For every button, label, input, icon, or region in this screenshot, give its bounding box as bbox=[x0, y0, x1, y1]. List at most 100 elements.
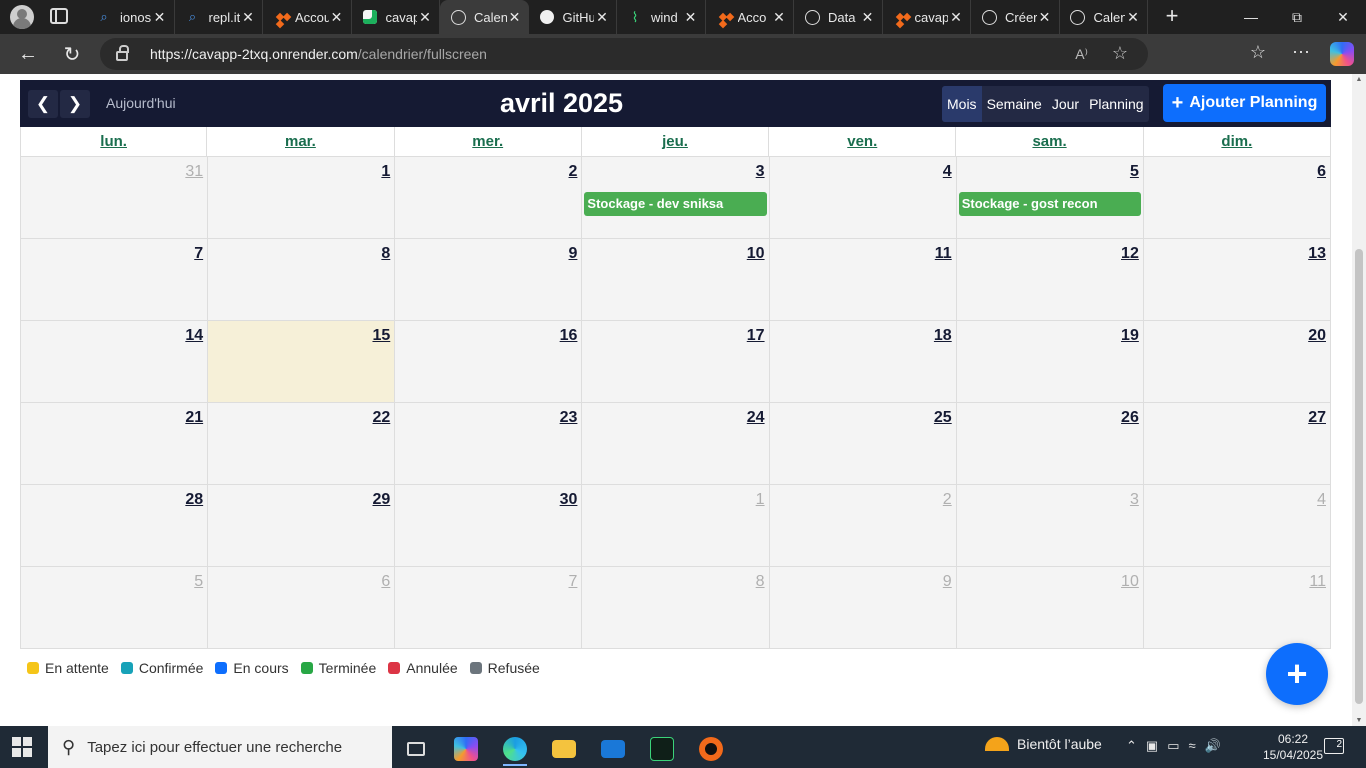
day-cell[interactable]: 5 bbox=[21, 567, 209, 649]
day-cell[interactable]: 25 bbox=[769, 403, 957, 485]
browser-tab[interactable]: wind ✕ bbox=[617, 0, 706, 34]
view-semaine-button[interactable]: Semaine bbox=[982, 86, 1047, 122]
day-number-link[interactable]: 2 bbox=[569, 163, 578, 181]
close-tab-icon[interactable]: ✕ bbox=[507, 9, 523, 26]
browser-tab[interactable]: cavap ✕ bbox=[352, 0, 440, 34]
tab-actions-icon[interactable] bbox=[50, 8, 68, 24]
day-cell[interactable]: 27 bbox=[1143, 403, 1331, 485]
browser-tab[interactable]: Calen ✕ bbox=[1060, 0, 1148, 34]
day-cell[interactable]: 30 bbox=[395, 485, 583, 567]
day-cell[interactable]: 6 bbox=[208, 567, 396, 649]
day-number-link[interactable]: 6 bbox=[1317, 163, 1326, 181]
day-number-link[interactable]: 11 bbox=[935, 245, 952, 263]
copilot-icon[interactable] bbox=[1330, 42, 1354, 66]
day-cell[interactable]: 5 Stockage - gost recon bbox=[956, 157, 1144, 239]
day-number-link[interactable]: 4 bbox=[943, 163, 952, 181]
profile-avatar-icon[interactable] bbox=[10, 5, 34, 29]
day-cell[interactable]: 4 bbox=[769, 157, 957, 239]
day-number-link[interactable]: 2 bbox=[943, 491, 952, 509]
close-tab-icon[interactable]: ✕ bbox=[1125, 9, 1141, 26]
day-number-link[interactable]: 7 bbox=[194, 245, 203, 263]
day-cell-today[interactable]: 15 bbox=[208, 321, 396, 403]
day-cell[interactable]: 1 bbox=[582, 485, 770, 567]
add-planning-button[interactable]: + Ajouter Planning bbox=[1163, 84, 1326, 122]
day-cell[interactable]: 10 bbox=[956, 567, 1144, 649]
day-number-link[interactable]: 15 bbox=[372, 327, 390, 345]
view-mois-button[interactable]: Mois bbox=[942, 86, 982, 122]
day-cell[interactable]: 26 bbox=[956, 403, 1144, 485]
edge-browser-icon[interactable] bbox=[495, 732, 535, 766]
copilot-taskbar-icon[interactable] bbox=[446, 732, 486, 766]
favorite-star-icon[interactable]: ☆ bbox=[1112, 43, 1128, 64]
mail-icon[interactable] bbox=[593, 732, 633, 766]
restore-button[interactable]: ⧉ bbox=[1274, 0, 1320, 34]
day-cell[interactable]: 28 bbox=[21, 485, 209, 567]
close-tab-icon[interactable]: ✕ bbox=[417, 9, 433, 26]
favorites-icon[interactable]: ☆ bbox=[1246, 42, 1270, 63]
minimize-button[interactable]: — bbox=[1228, 0, 1274, 34]
day-number-link[interactable]: 10 bbox=[1121, 573, 1139, 591]
browser-tab[interactable]: Data ✕ bbox=[794, 0, 883, 34]
new-tab-button[interactable]: + bbox=[1160, 4, 1184, 28]
orange-app-icon[interactable] bbox=[691, 732, 731, 766]
browser-tab[interactable]: cavap ✕ bbox=[883, 0, 971, 34]
day-cell[interactable]: 18 bbox=[769, 321, 957, 403]
day-number-link[interactable]: 27 bbox=[1308, 409, 1326, 427]
day-number-link[interactable]: 12 bbox=[1121, 245, 1139, 263]
day-cell[interactable]: 23 bbox=[395, 403, 583, 485]
windows-start-icon[interactable] bbox=[12, 737, 32, 757]
address-bar[interactable]: https://cavapp-2txq.onrender.com/calendr… bbox=[100, 38, 1148, 70]
refresh-button[interactable]: ↻ bbox=[60, 42, 84, 66]
back-button[interactable]: ← bbox=[16, 42, 40, 66]
day-cell[interactable]: 22 bbox=[208, 403, 396, 485]
day-cell[interactable]: 14 bbox=[21, 321, 209, 403]
day-number-link[interactable]: 21 bbox=[185, 409, 203, 427]
weekday-header-cell[interactable]: jeu. bbox=[582, 127, 770, 156]
day-number-link[interactable]: 17 bbox=[747, 327, 765, 345]
url-text[interactable]: https://cavapp-2txq.onrender.com/calendr… bbox=[150, 46, 487, 62]
day-cell[interactable]: 10 bbox=[582, 239, 770, 321]
wifi-icon[interactable]: ≈ bbox=[1189, 738, 1196, 754]
day-cell[interactable]: 16 bbox=[395, 321, 583, 403]
day-number-link[interactable]: 10 bbox=[747, 245, 765, 263]
taskbar-search-box[interactable]: ⚲ Tapez ici pour effectuer une recherche bbox=[48, 726, 392, 768]
day-cell[interactable]: 7 bbox=[21, 239, 209, 321]
browser-tab[interactable]: Acco ✕ bbox=[706, 0, 794, 34]
calendar-event[interactable]: Stockage - dev sniksa bbox=[584, 192, 767, 216]
weekday-header-cell[interactable]: ven. bbox=[769, 127, 957, 156]
close-tab-icon[interactable]: ✕ bbox=[948, 9, 964, 26]
close-tab-icon[interactable]: ✕ bbox=[329, 9, 345, 26]
close-tab-icon[interactable]: ✕ bbox=[152, 9, 168, 26]
day-number-link[interactable]: 9 bbox=[569, 245, 578, 263]
read-aloud-icon[interactable]: A⁾ bbox=[1075, 46, 1088, 63]
day-number-link[interactable]: 26 bbox=[1121, 409, 1139, 427]
day-number-link[interactable]: 8 bbox=[381, 245, 390, 263]
day-number-link[interactable]: 5 bbox=[1130, 163, 1139, 181]
day-number-link[interactable]: 30 bbox=[560, 491, 578, 509]
day-cell[interactable]: 29 bbox=[208, 485, 396, 567]
day-cell[interactable]: 7 bbox=[395, 567, 583, 649]
day-cell[interactable]: 11 bbox=[769, 239, 957, 321]
day-cell[interactable]: 17 bbox=[582, 321, 770, 403]
day-number-link[interactable]: 14 bbox=[185, 327, 203, 345]
day-number-link[interactable]: 23 bbox=[560, 409, 578, 427]
close-tab-icon[interactable]: ✕ bbox=[860, 9, 876, 26]
day-cell[interactable]: 8 bbox=[208, 239, 396, 321]
battery-icon[interactable]: ▭ bbox=[1167, 738, 1179, 754]
day-number-link[interactable]: 11 bbox=[1309, 573, 1326, 591]
close-tab-icon[interactable]: ✕ bbox=[683, 9, 699, 26]
day-cell[interactable]: 19 bbox=[956, 321, 1144, 403]
day-cell[interactable]: 24 bbox=[582, 403, 770, 485]
day-cell[interactable]: 11 bbox=[1143, 567, 1331, 649]
day-cell[interactable]: 13 bbox=[1143, 239, 1331, 321]
windsurf-app-icon[interactable] bbox=[642, 732, 682, 766]
close-tab-icon[interactable]: ✕ bbox=[771, 9, 787, 26]
browser-tab[interactable]: repl.it✕ bbox=[175, 0, 263, 34]
browser-tab[interactable]: GitHu ✕ bbox=[529, 0, 617, 34]
browser-tab[interactable]: ionos✕ bbox=[86, 0, 175, 34]
day-number-link[interactable]: 7 bbox=[569, 573, 578, 591]
day-number-link[interactable]: 16 bbox=[560, 327, 578, 345]
day-number-link[interactable]: 13 bbox=[1308, 245, 1326, 263]
site-info-icon[interactable] bbox=[116, 45, 129, 61]
day-number-link[interactable]: 3 bbox=[1130, 491, 1139, 509]
